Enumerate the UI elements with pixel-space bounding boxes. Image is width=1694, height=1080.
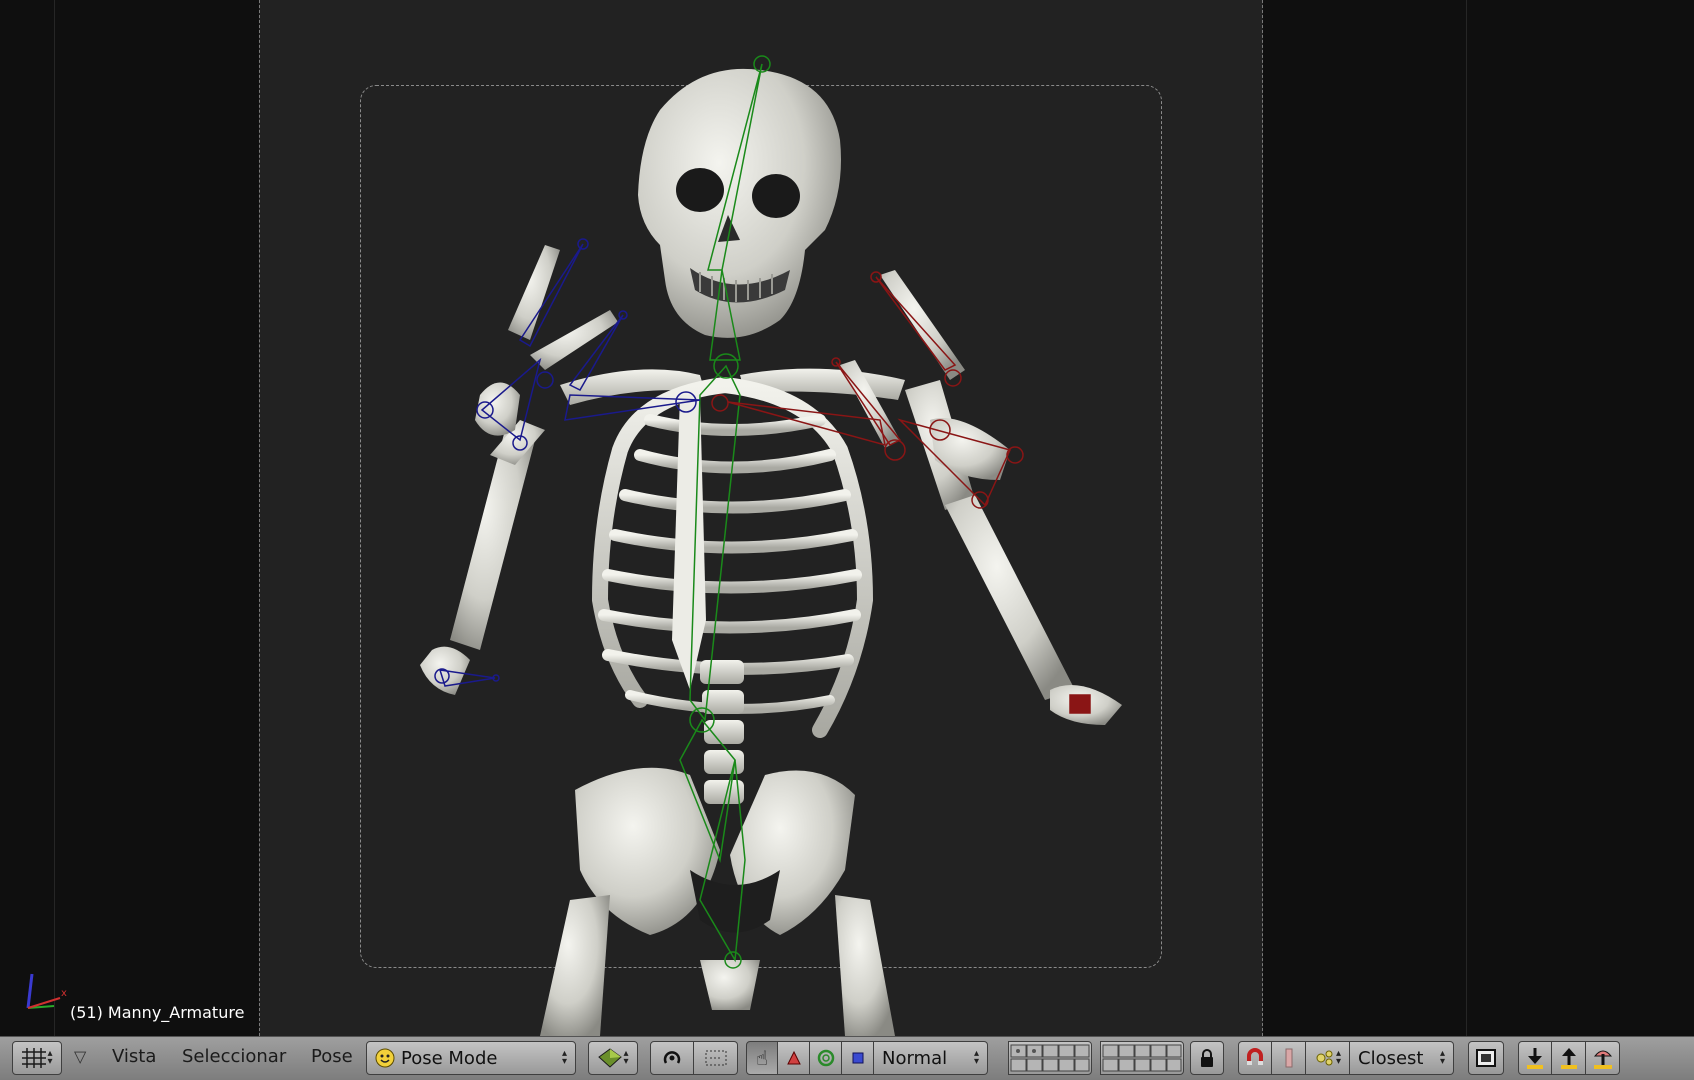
snap-toggle[interactable] <box>1238 1041 1272 1075</box>
rotate-manipulator[interactable] <box>810 1041 842 1075</box>
paste-flipped-pose-icon <box>1593 1050 1612 1069</box>
copy-pose-icon <box>1527 1048 1543 1069</box>
snap-target-dropdown[interactable]: Closest ▴ ▾ <box>1350 1041 1454 1075</box>
updown-arrows-icon: ▴ ▾ <box>47 1048 53 1067</box>
viewport-header: ▴ ▾ ▽ Vista Seleccionar Pose Pose Mode ▴ ▾… <box>0 1036 1694 1080</box>
menu-pose[interactable]: Pose <box>311 1046 353 1067</box>
layer-buttons-1[interactable] <box>1008 1041 1092 1075</box>
lock-layers-button[interactable] <box>1190 1041 1224 1075</box>
updown-arrows-icon: ▴ ▾ <box>1335 1048 1342 1067</box>
magnet-icon <box>1247 1048 1263 1065</box>
translate-arrow-icon <box>786 1050 801 1065</box>
sternum <box>672 395 706 690</box>
svg-text:x: x <box>61 988 67 999</box>
orientation-label: Normal <box>882 1047 948 1069</box>
hand-icon: ☝ <box>755 1046 769 1070</box>
paste-flipped-pose-button[interactable] <box>1586 1041 1620 1075</box>
mode-dropdown[interactable]: Pose Mode ▴ ▾ <box>366 1041 576 1075</box>
layer-grid-icon <box>1010 1044 1090 1072</box>
pivot-point-icon <box>663 1051 681 1064</box>
grid-editor-icon <box>22 1048 47 1068</box>
render-opengl-button[interactable] <box>1468 1041 1504 1075</box>
lock-icon <box>1201 1049 1213 1067</box>
snapping-group: ▴ ▾ Closest ▴ ▾ <box>1238 1041 1454 1075</box>
updown-arrows-icon: ▴ ▾ <box>973 1048 979 1067</box>
skull <box>638 68 841 338</box>
layer-grid-icon <box>1102 1044 1182 1072</box>
rotate-ring-icon <box>817 1049 834 1067</box>
skeleton-model[interactable] <box>0 0 1694 1036</box>
3d-viewport[interactable]: x (51) Manny_Armature <box>0 0 1694 1036</box>
pose-copy-paste-group <box>1518 1041 1620 1075</box>
menu-seleccionar[interactable]: Seleccionar <box>182 1046 286 1067</box>
translate-manipulator[interactable] <box>778 1041 810 1075</box>
updown-arrows-icon: ▴ ▾ <box>561 1048 567 1067</box>
viewport-shading-button[interactable]: ▴ ▾ <box>588 1041 638 1075</box>
pelvis <box>540 767 895 1036</box>
snap-element-dropdown[interactable]: ▴ ▾ <box>1306 1041 1350 1075</box>
left-arm <box>420 245 618 695</box>
copy-pose-button[interactable] <box>1518 1041 1552 1075</box>
menu-vista[interactable]: Vista <box>112 1046 156 1067</box>
paste-pose-button[interactable] <box>1552 1041 1586 1075</box>
transform-orientation-dropdown[interactable]: Normal ▴ ▾ <box>874 1041 988 1075</box>
snap-target-label: Closest <box>1358 1047 1424 1069</box>
right-arm <box>840 270 1122 725</box>
pivot-extra-button[interactable] <box>694 1041 738 1075</box>
pose-mode-icon <box>375 1048 395 1068</box>
pivot-point-group <box>650 1041 738 1075</box>
manipulator-toggle[interactable]: ☝ <box>746 1041 778 1075</box>
increment-snap-icon <box>1285 1048 1292 1068</box>
updown-arrows-icon: ▴ ▾ <box>623 1048 629 1067</box>
mode-dropdown-label: Pose Mode <box>401 1047 498 1069</box>
pivot-point-button[interactable] <box>650 1041 694 1075</box>
snap-element-button[interactable] <box>1272 1041 1306 1075</box>
transform-manipulator-group: ☝ Normal ▴ ▾ <box>746 1041 988 1075</box>
collapse-menus-icon[interactable]: ▽ <box>74 1047 86 1066</box>
solid-shading-icon <box>598 1048 623 1068</box>
dotted-frame-icon <box>705 1050 726 1066</box>
layers-group-1 <box>1008 1041 1092 1075</box>
image-render-icon <box>1476 1049 1496 1067</box>
active-object-info: (51) Manny_Armature <box>70 1003 245 1022</box>
axis-gizmo-icon: x <box>26 973 67 1009</box>
updown-arrows-icon: ▴ ▾ <box>1439 1048 1445 1067</box>
scale-manipulator[interactable] <box>842 1041 874 1075</box>
paste-pose-icon <box>1560 1048 1577 1069</box>
editor-type-button[interactable]: ▴ ▾ <box>12 1041 62 1075</box>
layer-buttons-2[interactable] <box>1100 1041 1184 1075</box>
scale-box-icon <box>852 1052 863 1064</box>
snap-vertex-icon <box>1316 1050 1333 1066</box>
layers-group-2 <box>1100 1041 1184 1075</box>
